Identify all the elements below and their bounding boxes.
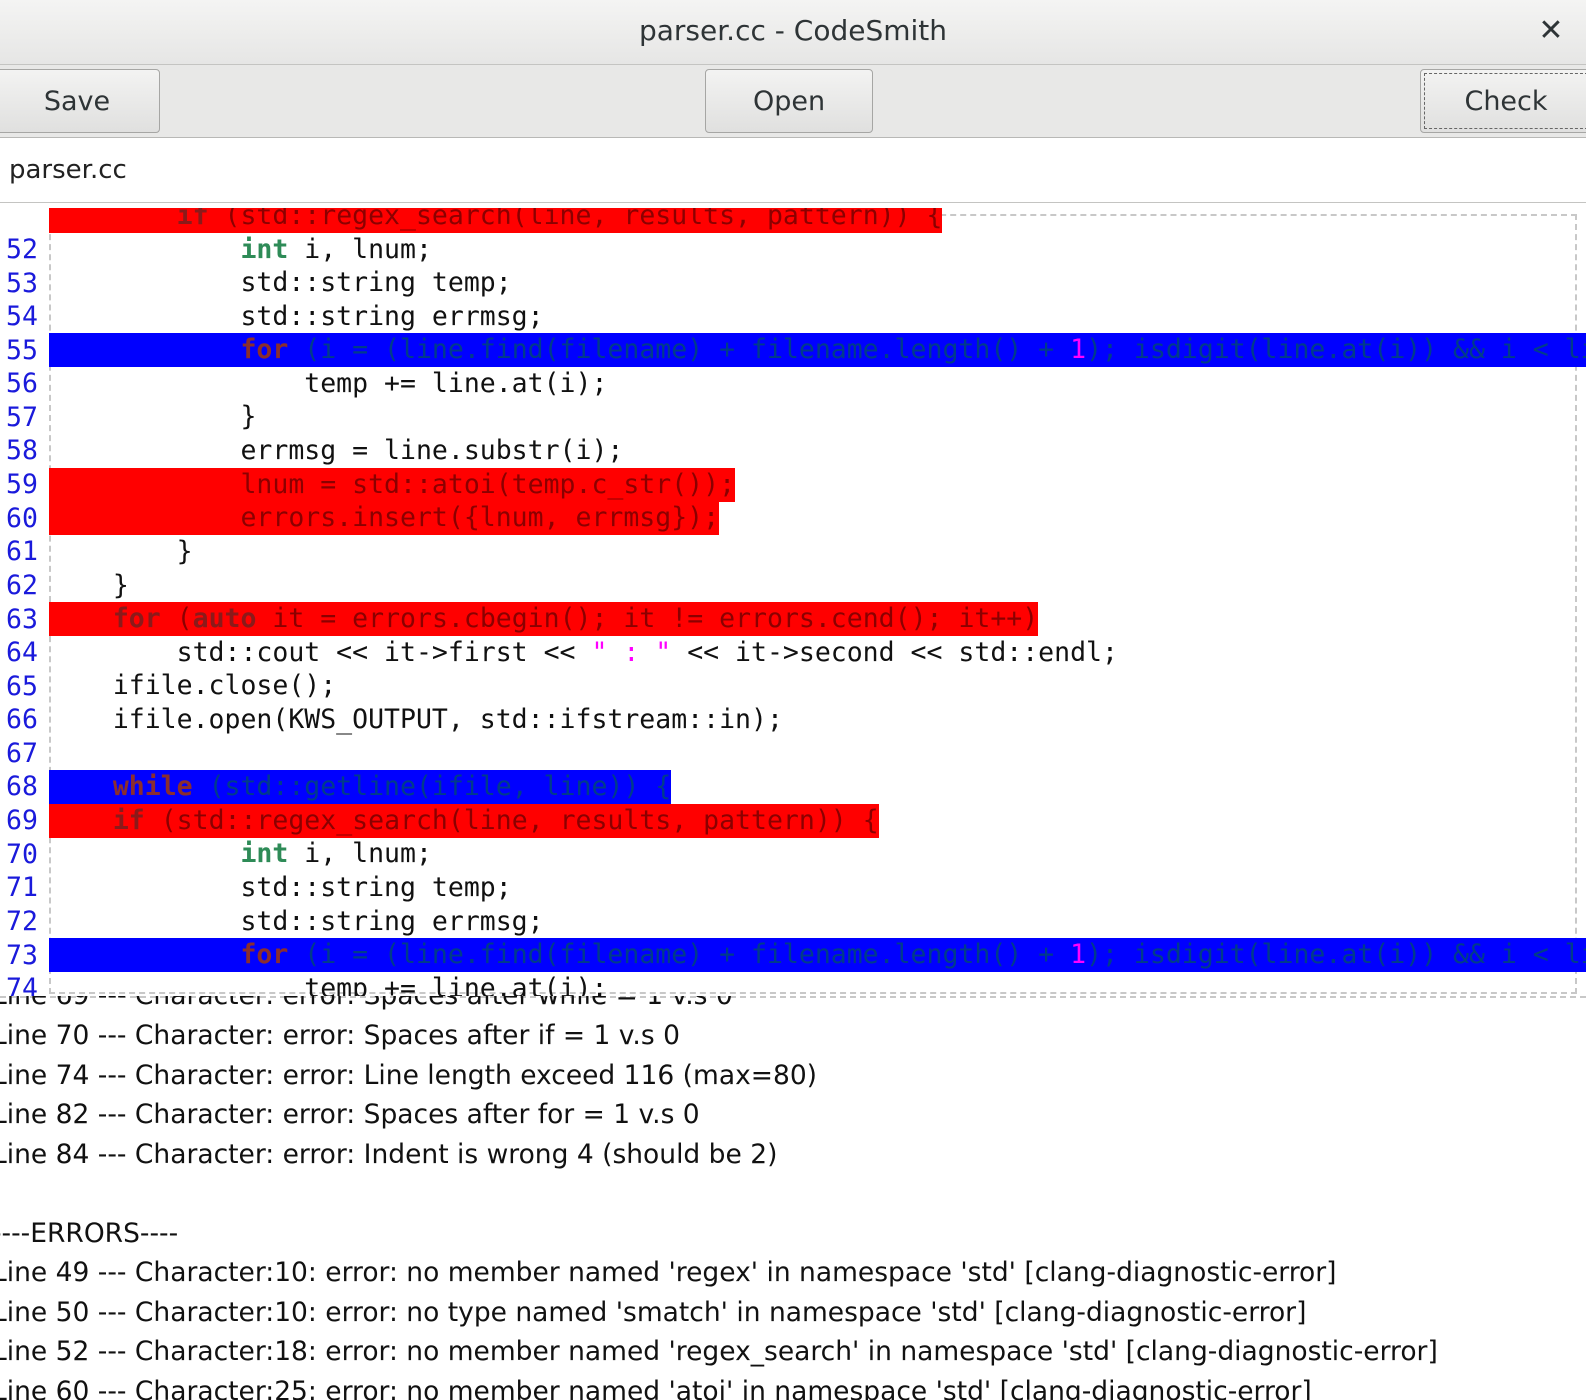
- code-line[interactable]: 56 for (i = (line.find(filename) + filen…: [0, 333, 1586, 399]
- close-icon[interactable]: ✕: [1532, 12, 1570, 50]
- code-text[interactable]: }: [49, 535, 193, 569]
- code-text[interactable]: std::cout << it->first << " : " << it->s…: [49, 636, 1118, 670]
- code-line[interactable]: 53 int i, lnum;: [0, 233, 1586, 299]
- output-line: Line 74 --- Character: error: Line lengt…: [0, 1060, 818, 1091]
- code-text[interactable]: std::string errmsg;: [49, 300, 543, 334]
- code-text[interactable]: if (std::regex_search(line, results, pat…: [49, 804, 879, 838]
- code-line[interactable]: 68: [0, 736, 1586, 802]
- code-line[interactable]: 64 for (auto it = errors.cbegin(); it !=…: [0, 602, 1586, 668]
- output-line: Line 52 --- Character:18: error: no memb…: [0, 1336, 1438, 1367]
- file-name-label: parser.cc: [9, 155, 127, 185]
- open-button[interactable]: Open: [705, 69, 873, 133]
- code-line[interactable]: 58 }: [0, 400, 1586, 466]
- output-line: Line 49 --- Character:10: error: no memb…: [0, 1257, 1337, 1288]
- code-line[interactable]: 55 std::string errmsg;: [0, 300, 1586, 366]
- code-line[interactable]: 73 std::string errmsg;: [0, 905, 1586, 971]
- code-line[interactable]: 74 for (i = (line.find(filename) + filen…: [0, 938, 1586, 996]
- output-line: Line 82 --- Character: error: Spaces aft…: [0, 1099, 700, 1130]
- code-text[interactable]: std::string temp;: [49, 871, 511, 905]
- code-line[interactable]: 75 temp += line.at(i);: [0, 972, 1586, 996]
- file-name-bar: parser.cc: [0, 138, 1586, 203]
- title-bar: parser.cc - CodeSmith ✕: [0, 0, 1586, 65]
- code-text[interactable]: errors.insert({lnum, errmsg});: [49, 501, 720, 535]
- code-text[interactable]: temp += line.at(i);: [49, 367, 607, 401]
- code-text[interactable]: std::string errmsg;: [49, 905, 543, 939]
- code-line[interactable]: 54 std::string temp;: [0, 266, 1586, 332]
- output-line: Line 50 --- Character:10: error: no type…: [0, 1297, 1307, 1328]
- code-text[interactable]: errmsg = line.substr(i);: [49, 434, 623, 468]
- code-text[interactable]: int i, lnum;: [49, 837, 431, 871]
- code-text[interactable]: for (i = (line.find(filename) + filename…: [49, 333, 1586, 367]
- code-text[interactable]: for (i = (line.find(filename) + filename…: [49, 938, 1586, 972]
- code-line[interactable]: 69 while (std::getline(ifile, line)) {: [0, 770, 1586, 836]
- code-text[interactable]: while (std::getline(ifile, line)) {: [49, 770, 672, 804]
- code-text[interactable]: }: [49, 569, 129, 603]
- check-button[interactable]: Check: [1420, 69, 1586, 133]
- code-text[interactable]: ifile.close();: [49, 669, 336, 703]
- code-text[interactable]: temp += line.at(i);: [49, 972, 607, 996]
- code-line[interactable]: 65 std::cout << it->first << " : " << it…: [0, 636, 1586, 702]
- code-line[interactable]: 70 if (std::regex_search(line, results, …: [0, 804, 1586, 870]
- output-line: Line 69 --- Character: error: Spaces aft…: [0, 996, 733, 1016]
- code-text[interactable]: for (auto it = errors.cbegin(); it != er…: [49, 602, 1039, 636]
- code-line[interactable]: 52 if (std::regex_search(line, results, …: [0, 208, 1586, 265]
- code-line[interactable]: 59 errmsg = line.substr(i);: [0, 434, 1586, 500]
- code-line[interactable]: 67 ifile.open(KWS_OUTPUT, std::ifstream:…: [0, 703, 1586, 769]
- output-line: Line 84 --- Character: error: Indent is …: [0, 1139, 778, 1170]
- output-pane[interactable]: Line 69 --- Character: error: Spaces aft…: [0, 996, 1586, 1400]
- code-line[interactable]: 60 lnum = std::atoi(temp.c_str());: [0, 468, 1586, 534]
- code-line[interactable]: 66 ifile.close();: [0, 669, 1586, 735]
- output-line: ----ERRORS----: [0, 1218, 179, 1249]
- code-line[interactable]: 61 errors.insert({lnum, errmsg});: [0, 501, 1586, 567]
- code-text[interactable]: }: [49, 400, 256, 434]
- save-button[interactable]: Save: [0, 69, 160, 133]
- code-text[interactable]: lnum = std::atoi(temp.c_str());: [49, 468, 736, 502]
- window-title: parser.cc - CodeSmith: [638, 14, 948, 47]
- output-line: Line 60 --- Character:25: error: no memb…: [0, 1376, 1312, 1400]
- code-text[interactable]: int i, lnum;: [49, 233, 431, 267]
- code-text[interactable]: std::string temp;: [49, 266, 511, 300]
- code-line[interactable]: 72 std::string temp;: [0, 871, 1586, 937]
- code-line[interactable]: 63 }: [0, 569, 1586, 635]
- toolbar: Save Open Check: [0, 65, 1586, 138]
- code-line[interactable]: 71 int i, lnum;: [0, 837, 1586, 903]
- code-line[interactable]: 62 }: [0, 535, 1586, 601]
- code-text[interactable]: if (std::regex_search(line, results, pat…: [49, 208, 943, 233]
- code-editor[interactable]: 52 if (std::regex_search(line, results, …: [0, 208, 1586, 996]
- output-line: Line 70 --- Character: error: Spaces aft…: [0, 1020, 680, 1051]
- code-text[interactable]: ifile.open(KWS_OUTPUT, std::ifstream::in…: [49, 703, 783, 737]
- code-line[interactable]: 57 temp += line.at(i);: [0, 367, 1586, 433]
